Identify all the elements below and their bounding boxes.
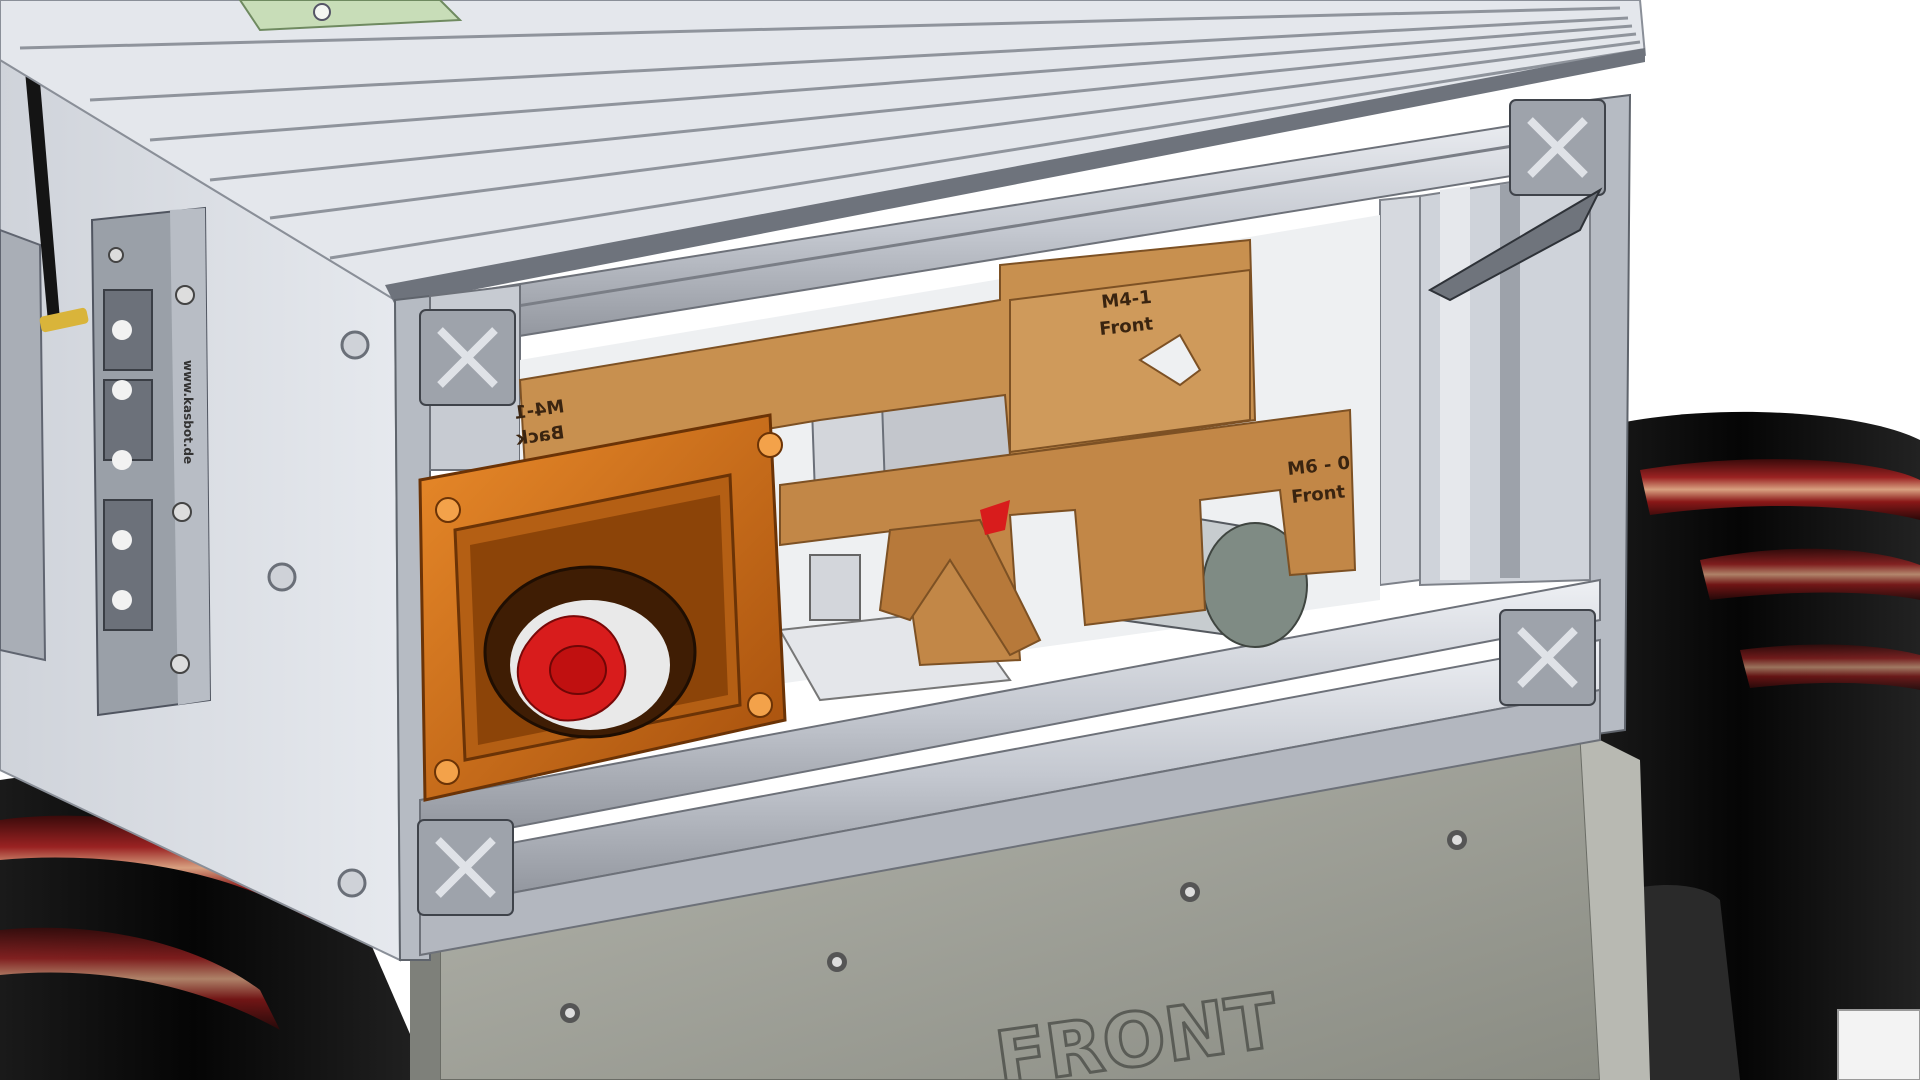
corner-bracket-top-right: [1509, 99, 1606, 196]
corner-bracket-bottom-left: [417, 819, 514, 916]
connector-panel: www.kasbot.de: [90, 206, 212, 717]
connector-panel-text: www.kasbot.de: [181, 360, 195, 464]
cad-viewport[interactable]: FRONT www.kasbot.de M4-1 Back M4-1 Front…: [0, 0, 1920, 1085]
corner-bracket-top-left: [419, 309, 516, 406]
corner-bracket-bottom-right: [1499, 609, 1596, 706]
fan-icon: [483, 565, 697, 739]
cad-model-render: FRONT www.kasbot.de M4-1 Back M4-1 Front…: [0, 0, 1920, 1085]
